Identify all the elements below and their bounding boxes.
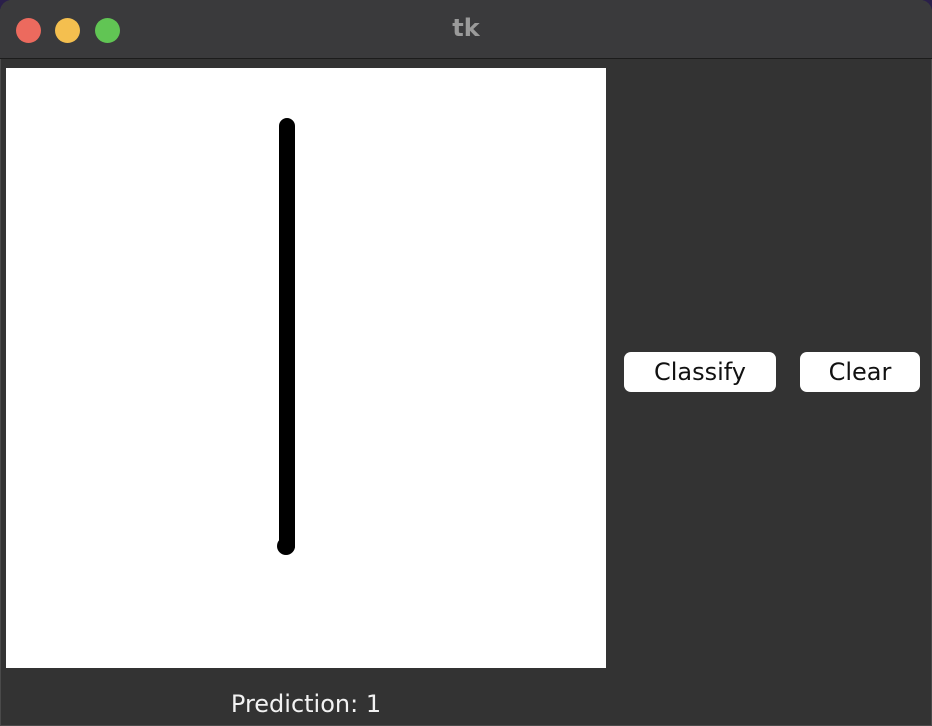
drawn-digit <box>277 118 295 555</box>
drawing-canvas[interactable] <box>6 68 606 668</box>
drawn-stroke-end <box>277 537 295 555</box>
window-title: tk <box>452 14 480 42</box>
prediction-label: Prediction: 1 <box>230 690 382 718</box>
app-window: tk Classify Clear Prediction: 1 <box>0 0 932 726</box>
clear-button[interactable]: Clear <box>800 352 920 392</box>
classify-button[interactable]: Classify <box>624 352 776 392</box>
title-bar[interactable]: tk <box>0 0 932 59</box>
